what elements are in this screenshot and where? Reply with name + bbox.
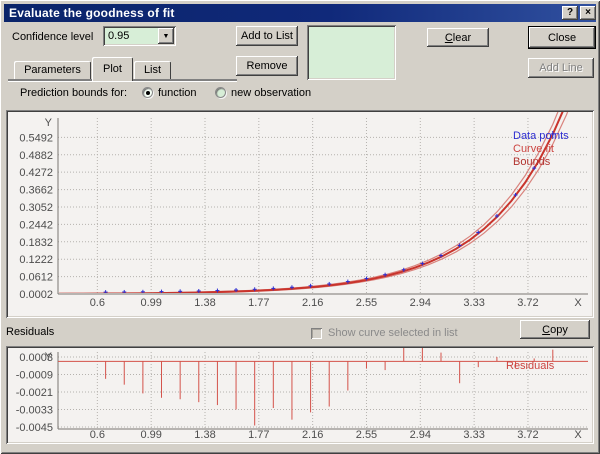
svg-text:-0.0021: -0.0021 <box>16 387 53 399</box>
svg-text:0.0612: 0.0612 <box>19 272 53 284</box>
svg-text:-0.0033: -0.0033 <box>16 404 53 416</box>
svg-text:2.94: 2.94 <box>410 297 431 309</box>
legend-item: Data points <box>513 130 569 142</box>
radio-function[interactable] <box>142 87 153 98</box>
remove-button[interactable]: Remove <box>236 56 298 76</box>
svg-text:1.77: 1.77 <box>248 297 269 309</box>
svg-text:Y: Y <box>45 117 53 129</box>
svg-text:3.33: 3.33 <box>463 297 484 309</box>
tab-parameters[interactable]: Parameters <box>14 61 91 79</box>
svg-text:Y: Y <box>45 351 53 363</box>
add-to-list-button[interactable]: Add to List <box>236 26 298 46</box>
svg-text:3.72: 3.72 <box>517 297 538 309</box>
svg-text:1.38: 1.38 <box>194 297 215 309</box>
svg-text:0.99: 0.99 <box>140 297 161 309</box>
radio-new-observation[interactable] <box>215 87 226 98</box>
legend-item: Curve fit <box>513 143 554 155</box>
plot-legend: Data points Curve fit Bounds <box>513 130 569 169</box>
svg-text:-0.0009: -0.0009 <box>16 369 53 381</box>
confidence-level-combobox[interactable]: 0.95 ▼ <box>103 26 176 46</box>
copy-button[interactable]: Copy <box>520 320 590 339</box>
svg-text:2.16: 2.16 <box>302 429 323 441</box>
svg-text:0.6: 0.6 <box>90 429 105 441</box>
svg-text:2.94: 2.94 <box>410 429 431 441</box>
residuals-chart[interactable]: 0.6 0.99 1.38 1.77 2.16 2.55 2.94 3.33 3.720.000… <box>8 348 592 442</box>
help-button[interactable]: ? <box>562 6 578 20</box>
clear-button[interactable]: Clear <box>427 28 489 47</box>
title-bar[interactable]: Evaluate the goodness of fit <box>4 4 596 22</box>
svg-text:-0.0045: -0.0045 <box>16 422 53 434</box>
dialog-window: Evaluate the goodness of fit ? × Confide… <box>0 0 600 454</box>
svg-text:3.72: 3.72 <box>517 429 538 441</box>
svg-text:1.77: 1.77 <box>248 429 269 441</box>
radio-function-label[interactable]: function <box>158 87 197 99</box>
goodness-of-fit-chart[interactable]: 0.6 0.99 1.38 1.77 2.16 2.55 2.94 3.33 3.72 0.000… <box>8 112 592 316</box>
window-title: Evaluate the goodness of fit <box>9 6 175 20</box>
close-window-button[interactable]: × <box>580 6 596 20</box>
residuals-plot-panel: 0.6 0.99 1.38 1.77 2.16 2.55 2.94 3.33 3.72 0.000… <box>6 346 594 444</box>
show-curve-checkbox-label: Show curve selected in list <box>328 327 458 339</box>
tab-list[interactable]: List <box>134 61 171 79</box>
residuals-section-label: Residuals <box>6 326 55 338</box>
residuals-legend: Residuals <box>506 360 554 373</box>
svg-text:0.5492: 0.5492 <box>19 132 53 144</box>
svg-text:3.33: 3.33 <box>463 429 484 441</box>
svg-text:0.3662: 0.3662 <box>19 185 53 197</box>
svg-text:0.1222: 0.1222 <box>19 254 53 266</box>
svg-text:0.4272: 0.4272 <box>19 167 53 179</box>
svg-text:0.6: 0.6 <box>90 297 105 309</box>
legend-item: Residuals <box>506 360 555 372</box>
confidence-level-label: Confidence level <box>12 31 94 43</box>
add-line-button: Add Line <box>528 58 594 78</box>
svg-text:1.38: 1.38 <box>194 429 215 441</box>
radio-new-observation-label[interactable]: new observation <box>231 87 311 99</box>
prediction-bounds-label: Prediction bounds for: <box>20 87 128 99</box>
tab-plot[interactable]: Plot <box>92 57 133 81</box>
confidence-level-value: 0.95 <box>108 30 130 42</box>
svg-text:2.55: 2.55 <box>356 429 377 441</box>
svg-text:0.1832: 0.1832 <box>19 237 53 249</box>
chevron-down-icon[interactable]: ▼ <box>158 28 174 44</box>
legend-item: Bounds <box>513 156 551 168</box>
svg-text:0.0002: 0.0002 <box>19 289 53 301</box>
svg-text:X: X <box>574 297 582 309</box>
main-plot-panel: 0.6 0.99 1.38 1.77 2.16 2.55 2.94 3.33 3.72 0.000… <box>6 110 594 318</box>
svg-text:0.2442: 0.2442 <box>19 219 53 231</box>
close-button[interactable]: Close <box>528 26 596 49</box>
svg-text:0.99: 0.99 <box>140 429 161 441</box>
svg-text:2.55: 2.55 <box>356 297 377 309</box>
svg-text:2.16: 2.16 <box>302 297 323 309</box>
show-curve-checkbox[interactable] <box>311 328 322 339</box>
svg-text:0.3052: 0.3052 <box>19 202 53 214</box>
svg-text:X: X <box>574 429 582 441</box>
fit-listbox[interactable] <box>307 25 396 80</box>
svg-text:0.4882: 0.4882 <box>19 150 53 162</box>
